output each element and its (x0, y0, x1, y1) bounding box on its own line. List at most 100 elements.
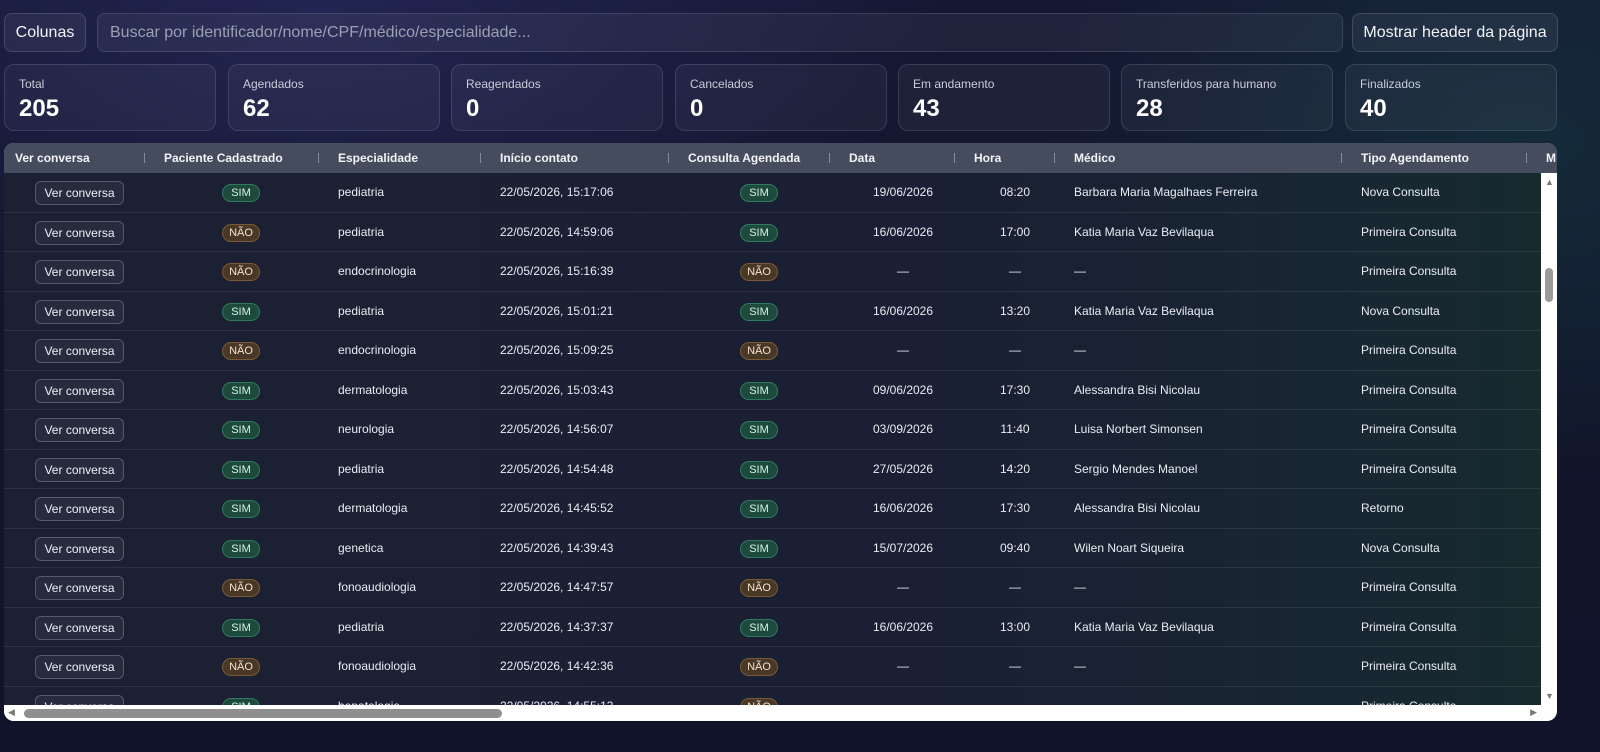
horizontal-scroll-thumb[interactable] (24, 709, 502, 718)
doctor-cell: Wilen Noart Siqueira (1074, 540, 1185, 555)
stat-value: 43 (913, 95, 940, 122)
date-cell: 16/06/2026 (872, 303, 934, 318)
registered-badge: NÃO (222, 658, 260, 676)
specialty-cell: pediatria (338, 619, 385, 634)
scroll-right-arrow-icon[interactable]: ▶ (1530, 707, 1537, 718)
registered-badge: NÃO (222, 342, 260, 360)
column-divider[interactable] (480, 153, 481, 163)
column-divider[interactable] (668, 153, 669, 163)
time-cell: 14:20 (999, 461, 1031, 476)
search-input[interactable] (97, 13, 1343, 52)
view-conversation-button[interactable]: Ver conversa (35, 536, 124, 561)
date-cell: 16/06/2026 (872, 619, 934, 634)
specialty-cell: pediatria (338, 185, 385, 199)
columns-button[interactable]: Colunas (4, 13, 86, 52)
view-conversation-button[interactable]: Ver conversa (35, 299, 124, 324)
scheduled-badge: SIM (740, 381, 778, 400)
column-header-data[interactable]: Data (849, 143, 875, 173)
stats-row: Total 205 Agendados 62 Reagendados 0 Can… (4, 64, 1592, 131)
table-row: Ver conversa SIM neurologia 22/05/2026, 14:… (4, 410, 1541, 450)
view-conversation-button[interactable]: Ver conversa (35, 457, 124, 482)
column-header-consulta-agendada[interactable]: Consulta Agendada (688, 143, 800, 173)
scheduled-badge: NÃO (740, 579, 778, 597)
appointment-type-cell: Nova Consulta (1361, 303, 1440, 318)
column-header-ver-conversa[interactable]: Ver conversa (15, 143, 90, 173)
stat-card-agendados: Agendados 62 (228, 64, 440, 131)
registered-badge: SIM (222, 421, 260, 439)
time-cell: 17:30 (999, 382, 1031, 397)
table-row: Ver conversa SIM pediatria 22/05/2026, 15:0… (4, 292, 1541, 331)
column-divider[interactable] (144, 153, 145, 163)
time-cell: 08:20 (999, 185, 1031, 199)
scheduled-badge: SIM (740, 184, 778, 202)
time-cell: — (1009, 343, 1021, 357)
column-header-truncated[interactable]: M (1546, 143, 1556, 173)
toggle-page-header-button[interactable]: Mostrar header da página (1352, 13, 1558, 52)
registered-badge: SIM (222, 697, 260, 705)
column-header-medico[interactable]: Médico (1074, 143, 1115, 173)
specialty-cell: endocrinologia (338, 264, 417, 278)
column-header-especialidade[interactable]: Especialidade (338, 143, 418, 173)
scroll-down-arrow-icon[interactable]: ▼ (1545, 691, 1554, 701)
column-header-tipo-agendamento[interactable]: Tipo Agendamento (1361, 143, 1469, 173)
table-row: Ver conversa NÃO fonoaudiologia 22/05/2026,… (4, 647, 1541, 687)
view-conversation-button[interactable]: Ver conversa (35, 576, 124, 600)
time-cell: 13:20 (999, 303, 1031, 318)
horizontal-scrollbar[interactable]: ◀ ▶ (4, 705, 1541, 721)
contact-start-cell: 22/05/2026, 14:45:52 (500, 501, 614, 515)
view-conversation-button[interactable]: Ver conversa (35, 497, 124, 521)
specialty-cell: pediatria (338, 461, 385, 476)
table-row: Ver conversa SIM pediatria 22/05/2026, 14:3… (4, 608, 1541, 647)
view-conversation-button[interactable]: Ver conversa (35, 181, 124, 205)
stat-card-cancelados: Cancelados 0 (675, 64, 887, 131)
view-conversation-button[interactable]: Ver conversa (35, 418, 124, 442)
contact-start-cell: 22/05/2026, 15:09:25 (500, 343, 614, 357)
doctor-cell: — (1074, 687, 1086, 706)
view-conversation-button[interactable]: Ver conversa (35, 655, 124, 679)
column-divider[interactable] (318, 153, 319, 163)
view-conversation-button[interactable]: Ver conversa (35, 260, 124, 284)
appointment-type-cell: Nova Consulta (1361, 185, 1440, 199)
registered-badge: SIM (222, 618, 260, 637)
time-cell: 09:40 (999, 540, 1031, 555)
stat-value: 0 (466, 95, 480, 122)
time-cell: 11:40 (1000, 422, 1030, 436)
column-divider[interactable] (829, 153, 830, 163)
date-cell: — (853, 687, 953, 706)
column-header-paciente-cadastrado[interactable]: Paciente Cadastrado (164, 143, 283, 173)
scheduled-badge: NÃO (740, 658, 778, 676)
view-conversation-button[interactable]: Ver conversa (35, 694, 124, 705)
vertical-scrollbar[interactable]: ▲ ▼ (1541, 173, 1557, 705)
column-divider[interactable] (1526, 153, 1527, 163)
column-divider[interactable] (1341, 153, 1342, 163)
column-header-inicio-contato[interactable]: Início contato (500, 143, 578, 173)
date-cell: — (897, 580, 909, 594)
vertical-scroll-thumb[interactable] (1545, 268, 1553, 302)
specialty-cell: dermatologia (338, 382, 408, 397)
doctor-cell: Katia Maria Vaz Bevilaqua (1074, 303, 1214, 318)
scroll-up-arrow-icon[interactable]: ▲ (1545, 177, 1554, 187)
table-row: Ver conversa SIM dermatologia 22/05/2026, 1… (4, 371, 1541, 410)
view-conversation-button[interactable]: Ver conversa (35, 378, 124, 403)
table-row: Ver conversa NÃO endocrinologia 22/05/2026,… (4, 331, 1541, 371)
date-cell: — (897, 659, 909, 673)
view-conversation-button[interactable]: Ver conversa (35, 339, 124, 363)
stat-label: Em andamento (913, 77, 995, 91)
specialty-cell: pediatria (338, 224, 385, 239)
time-cell: — (990, 687, 1040, 706)
scheduled-badge: SIM (740, 460, 778, 479)
doctor-cell: Katia Maria Vaz Bevilaqua (1074, 224, 1214, 239)
column-header-hora[interactable]: Hora (974, 143, 1001, 173)
column-divider[interactable] (1054, 153, 1055, 163)
stat-value: 205 (19, 95, 60, 122)
doctor-cell: Alessandra Bisi Nicolau (1074, 382, 1201, 397)
time-cell: 17:00 (999, 224, 1031, 239)
view-conversation-button[interactable]: Ver conversa (35, 220, 124, 245)
contact-start-cell: 22/05/2026, 14:39:43 (500, 540, 614, 555)
specialty-cell: genetica (338, 540, 384, 555)
scroll-left-arrow-icon[interactable]: ◀ (8, 707, 15, 718)
specialty-cell: neurologia (338, 422, 395, 436)
specialty-cell: endocrinologia (338, 343, 417, 357)
column-divider[interactable] (954, 153, 955, 163)
view-conversation-button[interactable]: Ver conversa (35, 615, 124, 640)
